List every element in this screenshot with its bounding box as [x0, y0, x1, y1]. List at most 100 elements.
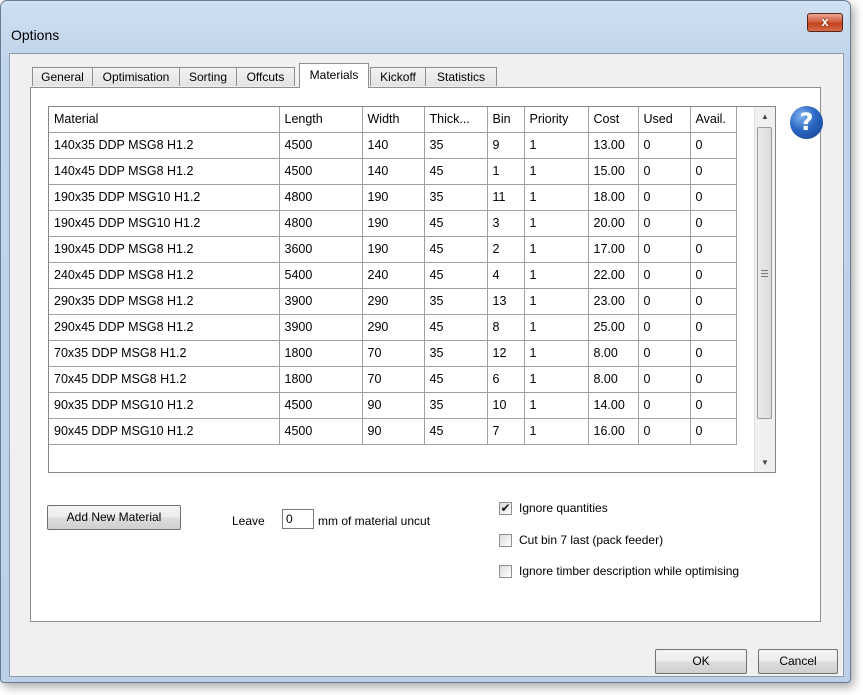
cell-length[interactable]: 1800 — [279, 340, 363, 367]
cell-used[interactable]: 0 — [638, 184, 691, 211]
cell-avail[interactable]: 0 — [690, 392, 737, 419]
cell-width[interactable]: 240 — [362, 262, 425, 289]
cell-bin[interactable]: 2 — [487, 236, 525, 263]
cell-bin[interactable]: 13 — [487, 288, 525, 315]
cell-avail[interactable]: 0 — [690, 158, 737, 185]
cell-material[interactable]: 290x45 DDP MSG8 H1.2 — [49, 314, 280, 341]
cell-priority[interactable]: 1 — [524, 340, 589, 367]
leave-uncut-input[interactable]: 0 — [282, 509, 314, 529]
cell-width[interactable]: 190 — [362, 210, 425, 237]
col-header-bin[interactable]: Bin — [487, 107, 525, 133]
col-header-cost[interactable]: Cost — [588, 107, 639, 133]
tab-statistics[interactable]: Statistics — [425, 67, 497, 86]
cell-material[interactable]: 140x45 DDP MSG8 H1.2 — [49, 158, 280, 185]
cell-priority[interactable]: 1 — [524, 392, 589, 419]
cell-material[interactable]: 190x45 DDP MSG8 H1.2 — [49, 236, 280, 263]
cell-material[interactable]: 70x35 DDP MSG8 H1.2 — [49, 340, 280, 367]
table-row[interactable]: 70x35 DDP MSG8 H1.2 1800 70 35 12 1 8.00 0 0 — [49, 340, 737, 367]
cell-width[interactable]: 140 — [362, 132, 425, 159]
cell-length[interactable]: 4500 — [279, 392, 363, 419]
cell-avail[interactable]: 0 — [690, 314, 737, 341]
cell-used[interactable]: 0 — [638, 314, 691, 341]
cell-material[interactable]: 240x45 DDP MSG8 H1.2 — [49, 262, 280, 289]
cell-cost[interactable]: 20.00 — [588, 210, 639, 237]
cell-bin[interactable]: 4 — [487, 262, 525, 289]
tab-sorting[interactable]: Sorting — [179, 67, 237, 86]
cell-length[interactable]: 5400 — [279, 262, 363, 289]
cancel-button[interactable]: Cancel — [758, 649, 838, 674]
cell-priority[interactable]: 1 — [524, 158, 589, 185]
cell-used[interactable]: 0 — [638, 392, 691, 419]
cell-avail[interactable]: 0 — [690, 210, 737, 237]
cell-material[interactable]: 90x45 DDP MSG10 H1.2 — [49, 418, 280, 445]
col-header-width[interactable]: Width — [362, 107, 425, 133]
cell-priority[interactable]: 1 — [524, 236, 589, 263]
cell-used[interactable]: 0 — [638, 210, 691, 237]
cut-bin-last-checkbox[interactable] — [499, 534, 512, 547]
cell-avail[interactable]: 0 — [690, 418, 737, 445]
cell-priority[interactable]: 1 — [524, 314, 589, 341]
cell-width[interactable]: 70 — [362, 366, 425, 393]
cell-avail[interactable]: 0 — [690, 132, 737, 159]
materials-grid[interactable]: Material Length Width Thick... Bin Prior… — [48, 106, 776, 473]
table-row[interactable]: 290x35 DDP MSG8 H1.2 3900 290 35 13 1 23.00 0 0 — [49, 288, 737, 315]
cell-length[interactable]: 3900 — [279, 314, 363, 341]
cell-thickness[interactable]: 35 — [424, 392, 488, 419]
tab-general[interactable]: General — [32, 67, 93, 86]
cell-cost[interactable]: 16.00 — [588, 418, 639, 445]
table-row[interactable]: 90x35 DDP MSG10 H1.2 4500 90 35 10 1 14.00 0 0 — [49, 392, 737, 419]
cell-used[interactable]: 0 — [638, 340, 691, 367]
scroll-thumb[interactable] — [757, 127, 772, 419]
cell-avail[interactable]: 0 — [690, 366, 737, 393]
cell-cost[interactable]: 15.00 — [588, 158, 639, 185]
cell-thickness[interactable]: 35 — [424, 132, 488, 159]
cell-bin[interactable]: 8 — [487, 314, 525, 341]
cell-width[interactable]: 190 — [362, 184, 425, 211]
cell-bin[interactable]: 6 — [487, 366, 525, 393]
ignore-quantities-checkbox[interactable]: ✔ — [499, 502, 512, 515]
help-icon[interactable]: ? — [790, 106, 823, 139]
cell-length[interactable]: 4800 — [279, 184, 363, 211]
table-row[interactable]: 190x45 DDP MSG10 H1.2 4800 190 45 3 1 20.00 0 0 — [49, 210, 737, 237]
cell-avail[interactable]: 0 — [690, 236, 737, 263]
cell-length[interactable]: 4500 — [279, 158, 363, 185]
cell-bin[interactable]: 12 — [487, 340, 525, 367]
cell-thickness[interactable]: 45 — [424, 418, 488, 445]
cell-material[interactable]: 190x35 DDP MSG10 H1.2 — [49, 184, 280, 211]
cell-used[interactable]: 0 — [638, 158, 691, 185]
table-row[interactable]: 90x45 DDP MSG10 H1.2 4500 90 45 7 1 16.00 0 0 — [49, 418, 737, 445]
table-row[interactable]: 140x35 DDP MSG8 H1.2 4500 140 35 9 1 13.00 0 0 — [49, 132, 737, 159]
cell-cost[interactable]: 25.00 — [588, 314, 639, 341]
cell-avail[interactable]: 0 — [690, 184, 737, 211]
cell-thickness[interactable]: 45 — [424, 262, 488, 289]
ok-button[interactable]: OK — [655, 649, 747, 674]
cell-length[interactable]: 4500 — [279, 132, 363, 159]
cell-width[interactable]: 70 — [362, 340, 425, 367]
table-row[interactable]: 290x45 DDP MSG8 H1.2 3900 290 45 8 1 25.00 0 0 — [49, 314, 737, 341]
col-header-thickness[interactable]: Thick... — [424, 107, 488, 133]
cell-material[interactable]: 70x45 DDP MSG8 H1.2 — [49, 366, 280, 393]
cell-priority[interactable]: 1 — [524, 210, 589, 237]
cell-thickness[interactable]: 45 — [424, 314, 488, 341]
cell-cost[interactable]: 18.00 — [588, 184, 639, 211]
cell-priority[interactable]: 1 — [524, 418, 589, 445]
cell-width[interactable]: 90 — [362, 392, 425, 419]
tab-offcuts[interactable]: Offcuts — [236, 67, 295, 86]
scroll-up-arrow-icon[interactable]: ▲ — [755, 108, 775, 125]
cell-length[interactable]: 3900 — [279, 288, 363, 315]
cell-length[interactable]: 1800 — [279, 366, 363, 393]
cell-cost[interactable]: 17.00 — [588, 236, 639, 263]
cell-cost[interactable]: 14.00 — [588, 392, 639, 419]
tab-materials[interactable]: Materials — [299, 63, 369, 88]
table-row[interactable]: 70x45 DDP MSG8 H1.2 1800 70 45 6 1 8.00 0 0 — [49, 366, 737, 393]
cell-priority[interactable]: 1 — [524, 132, 589, 159]
cell-thickness[interactable]: 45 — [424, 158, 488, 185]
cell-bin[interactable]: 11 — [487, 184, 525, 211]
grid-vertical-scrollbar[interactable]: ▲ ▼ — [754, 107, 775, 472]
cell-material[interactable]: 140x35 DDP MSG8 H1.2 — [49, 132, 280, 159]
cell-bin[interactable]: 7 — [487, 418, 525, 445]
cell-bin[interactable]: 9 — [487, 132, 525, 159]
cell-used[interactable]: 0 — [638, 236, 691, 263]
cell-bin[interactable]: 1 — [487, 158, 525, 185]
cell-length[interactable]: 3600 — [279, 236, 363, 263]
